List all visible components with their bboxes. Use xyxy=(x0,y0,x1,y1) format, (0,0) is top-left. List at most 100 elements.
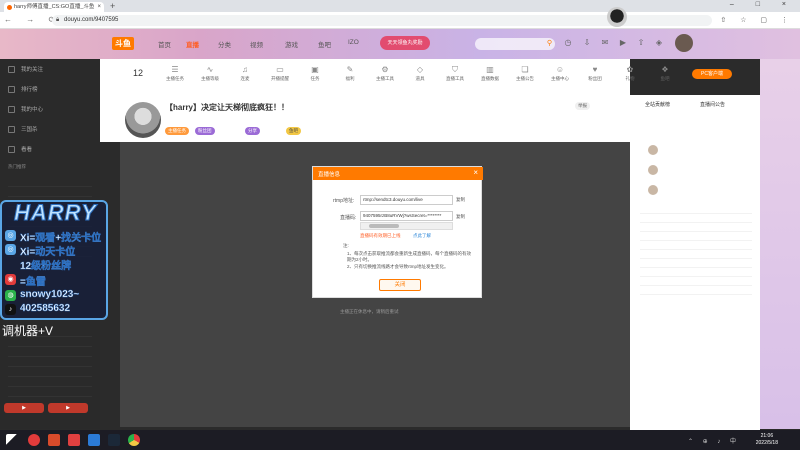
learn-more-link[interactable]: 点此了解 xyxy=(413,233,431,239)
share-button[interactable]: 举报 xyxy=(575,102,590,110)
mouse-cursor-icon: ➤ xyxy=(688,362,695,371)
address-bar-row: ← → ⟳ 🔒︎ douyu.com/9407595 ⇧ ☆ ▢ ⋮ xyxy=(0,12,800,29)
rtmp-label: rtmp地址: xyxy=(333,198,355,204)
site-header: 斗鱼 首页 直播 分类 视频 游戏 鱼吧 IZO 天天领鱼丸奖励 ⚲ ◷ ⇩ ✉… xyxy=(0,29,800,59)
rank-title[interactable]: 全站贡献榜 xyxy=(645,101,670,108)
edit-icon: ✎ xyxy=(346,65,354,74)
tag-0[interactable]: 主播任务 xyxy=(165,127,189,135)
tool-9[interactable]: ▥ 直播数据 xyxy=(475,65,505,82)
sidebar-btn-2[interactable]: ▶ xyxy=(48,403,88,413)
code-field-scrollbar[interactable] xyxy=(360,222,453,230)
user-avatar[interactable] xyxy=(675,34,693,52)
tool-8[interactable]: ⛉ 直播工具 xyxy=(440,65,470,82)
overlay-icon-2: ◎ xyxy=(5,244,16,255)
bell-icon: ▭ xyxy=(276,65,284,74)
note-1: 1、每次点击获取推流都会重新生成直播码，每个直播码的有效期为2小时。 xyxy=(347,251,472,262)
windows-taskbar: ⌃ ⊕ ♪ 中 21:06 2022/5/18 xyxy=(0,430,800,450)
clock-date: 2022/5/18 xyxy=(755,440,778,446)
note-2: 2、只有切换推流线路才会导致rtmp地址发生变化。 xyxy=(347,264,449,269)
sidebar-item-rank[interactable]: 排行榜 xyxy=(8,85,38,93)
tool-11[interactable]: ☺ 主播中心 xyxy=(545,65,575,82)
tool-3[interactable]: ▭ 开播提醒 xyxy=(265,65,295,82)
nav-category[interactable]: 分类 xyxy=(218,39,231,49)
code-field[interactable]: 9407595rzB8uRVWj?wsSecret=******** xyxy=(360,211,453,221)
site-search-input[interactable]: ⚲ xyxy=(475,38,555,50)
chat-title[interactable]: 直播间公告 xyxy=(700,101,725,108)
nav-live[interactable]: 直播 xyxy=(186,39,199,49)
dialog-close-button[interactable]: 关闭 xyxy=(379,279,421,291)
sidebar-btn-1[interactable]: ▶ xyxy=(4,403,44,413)
steam-icon[interactable] xyxy=(108,434,120,446)
tag-2[interactable]: 分享 xyxy=(245,127,260,135)
rank-avatar-3[interactable] xyxy=(648,185,658,195)
sidebar-item-sgs[interactable]: 三国杀 xyxy=(8,125,38,133)
code-label: 直播码: xyxy=(340,215,357,221)
upload-icon[interactable]: ⇧ xyxy=(636,38,646,48)
tool-2[interactable]: ♫ 连麦 xyxy=(230,65,260,82)
download-icon[interactable]: ⇩ xyxy=(582,38,592,48)
new-tab-button[interactable]: + xyxy=(110,1,115,11)
tab-close-icon[interactable]: × xyxy=(97,2,101,12)
clock-time: 21:06 xyxy=(760,433,774,439)
taskbar-clock[interactable]: 21:06 2022/5/18 xyxy=(756,433,778,447)
notes-title: 注: xyxy=(343,243,349,248)
tool-14[interactable]: ❖ 鱼吧 xyxy=(650,65,680,82)
tool-0[interactable]: ☰ 主播任务 xyxy=(160,65,190,82)
windows-start-icon[interactable] xyxy=(6,434,18,446)
rtmp-field[interactable]: rtmp://sendtc3.douyu.com/live xyxy=(360,195,453,205)
user-icon: ☺ xyxy=(555,65,565,74)
nav-yuba[interactable]: 鱼吧 xyxy=(318,39,331,49)
code-warning: 直播码有效期已上线 xyxy=(360,233,401,238)
video-icon[interactable]: ▶ xyxy=(618,38,628,48)
tool-5[interactable]: ✎ 福利 xyxy=(335,65,365,82)
tool-1[interactable]: ∿ 主播等级 xyxy=(195,65,225,82)
browser-tab[interactable]: harry师傅直播_CS:GO直播_斗鱼 × xyxy=(4,2,104,12)
browser-tabbar: harry师傅直播_CS:GO直播_斗鱼 × + – □ × xyxy=(0,0,800,12)
webcam-avatar xyxy=(607,7,627,27)
app-icon-2[interactable] xyxy=(48,434,60,446)
tool-10[interactable]: ❏ 主播公告 xyxy=(510,65,540,82)
fish-icon: ❖ xyxy=(661,65,669,74)
sidebar-item-watch[interactable]: 看看 xyxy=(8,145,32,153)
anchor-level: 12 xyxy=(133,68,144,78)
gift-box-icon: ▣ xyxy=(311,65,319,74)
sidebar-item-follow[interactable]: 我的关注 xyxy=(8,65,43,73)
anchor-avatar[interactable] xyxy=(125,102,161,138)
dialog-close-icon[interactable]: × xyxy=(473,168,478,177)
overlay-line-4: =鱼雷 xyxy=(20,277,46,288)
browser-extensions[interactable]: ⇧ ☆ ▢ ⋮ xyxy=(720,16,794,24)
tag-3[interactable]: 鱼吧 xyxy=(286,127,301,135)
douyu-favicon-icon xyxy=(7,5,12,10)
app-icon-1[interactable] xyxy=(28,434,40,446)
history-icon[interactable]: ◷ xyxy=(563,38,573,48)
tool-12[interactable]: ♥ 粉丝团 xyxy=(580,65,610,82)
nav-game[interactable]: 游戏 xyxy=(285,39,298,49)
chrome-icon[interactable] xyxy=(128,434,140,446)
rank-avatar-1[interactable] xyxy=(648,145,658,155)
nav-video[interactable]: 视频 xyxy=(250,39,263,49)
gift-icon[interactable]: ◈ xyxy=(654,38,664,48)
tool-4[interactable]: ▣ 任务 xyxy=(300,65,330,82)
tool-6[interactable]: ⚙ 主播工具 xyxy=(370,65,400,82)
pc-client-badge[interactable]: PC客户端 xyxy=(692,69,732,79)
sidebar-item-center[interactable]: 我的中心 xyxy=(8,105,43,113)
scrollbar-thumb[interactable] xyxy=(369,224,399,228)
tag-1[interactable]: 粉丝团 xyxy=(195,127,215,135)
nav-izo[interactable]: IZO xyxy=(348,39,359,46)
promo-banner[interactable]: 天天领鱼丸奖励 xyxy=(380,36,430,50)
code-copy-button[interactable]: 复制 xyxy=(456,214,465,220)
nav-home[interactable]: 首页 xyxy=(158,39,171,49)
system-tray[interactable]: ⌃ ⊕ ♪ 中 xyxy=(688,436,740,445)
window-controls[interactable]: – □ × xyxy=(730,1,796,8)
tool-13[interactable]: ✿ 礼物 xyxy=(615,65,645,82)
app-icon-4[interactable] xyxy=(88,434,100,446)
app-icon-3[interactable] xyxy=(68,434,80,446)
site-logo[interactable]: 斗鱼 xyxy=(112,37,134,50)
dialog-title: 直播信息 xyxy=(318,172,341,178)
tool-7[interactable]: ◇ 道具 xyxy=(405,65,435,82)
message-icon[interactable]: ✉ xyxy=(600,38,610,48)
stream-info-dialog: 直播信息 × rtmp地址: rtmp://sendtc3.douyu.com/… xyxy=(312,166,483,298)
rtmp-copy-button[interactable]: 复制 xyxy=(456,197,465,203)
search-icon[interactable]: ⚲ xyxy=(547,39,552,47)
rank-avatar-2[interactable] xyxy=(648,165,658,175)
